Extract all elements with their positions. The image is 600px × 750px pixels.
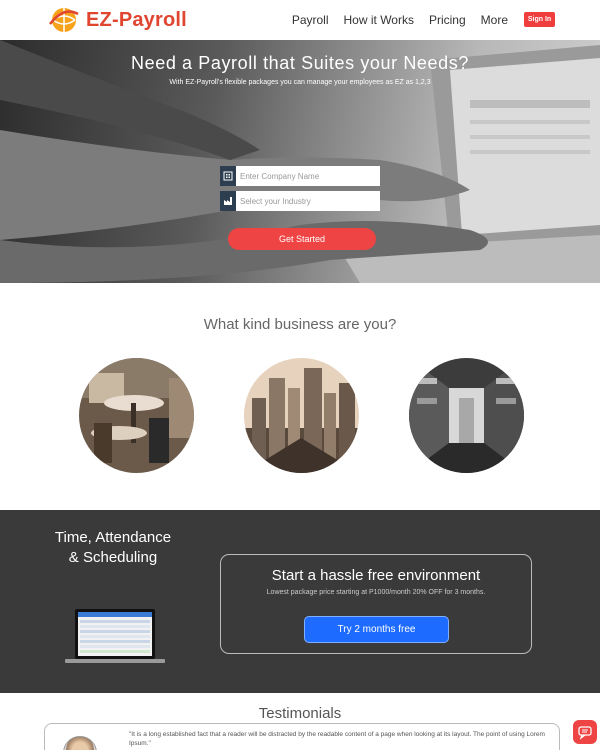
try-free-button[interactable]: Try 2 months free [304,616,449,643]
nav-link-pricing[interactable]: Pricing [429,13,466,27]
business-section-title: What kind business are you? [203,316,397,333]
top-nav: EZ-Payroll Payroll How it Works Pricing … [0,0,600,40]
business-option-cafe[interactable] [79,358,194,473]
nav-link-how-it-works[interactable]: How it Works [344,13,414,27]
avatar [63,736,97,750]
offer-title: Start a hassle free environment [271,567,481,584]
hero-title: Need a Payroll that Suites your Needs? [131,53,469,73]
testimonial-quote: "It is a long established fact that a re… [129,731,545,747]
hero-banner: Need a Payroll that Suites your Needs? W… [0,40,600,283]
industry-field [220,191,382,211]
cafe-image [79,358,194,473]
business-option-city[interactable] [244,358,359,473]
features-section: Time, Attendance & Scheduling Start a ha… [0,510,600,693]
sign-in-button[interactable]: Sign In [524,12,555,27]
retail-image [409,358,524,473]
chat-icon [578,726,592,740]
laptop-screenshot-image [65,609,165,663]
chat-widget-button[interactable] [573,720,597,744]
get-started-button[interactable]: Get Started [228,228,376,250]
offer-subtitle: Lowest package price starting at P1000/m… [266,589,486,596]
hero-subtitle: With EZ-Payroll's flexible packages you … [169,79,431,86]
building-icon [220,166,236,186]
brand-logo[interactable]: EZ-Payroll [48,4,187,36]
business-option-retail[interactable] [409,358,524,473]
offer-card: Start a hassle free environment Lowest p… [220,554,532,654]
brand-name: EZ-Payroll [86,8,187,31]
company-name-field [220,166,382,186]
globe-logo-icon [49,8,79,32]
nav-links: Payroll How it Works Pricing More [292,13,508,27]
industry-select[interactable] [236,191,380,211]
testimonials-title: Testimonials [258,705,342,722]
factory-icon [220,191,236,211]
city-image [244,358,359,473]
company-name-input[interactable] [236,166,380,186]
nav-link-payroll[interactable]: Payroll [292,13,329,27]
testimonial-card: "It is a long established fact that a re… [44,723,560,750]
features-title: Time, Attendance & Scheduling [54,529,172,566]
nav-link-more[interactable]: More [481,13,508,27]
